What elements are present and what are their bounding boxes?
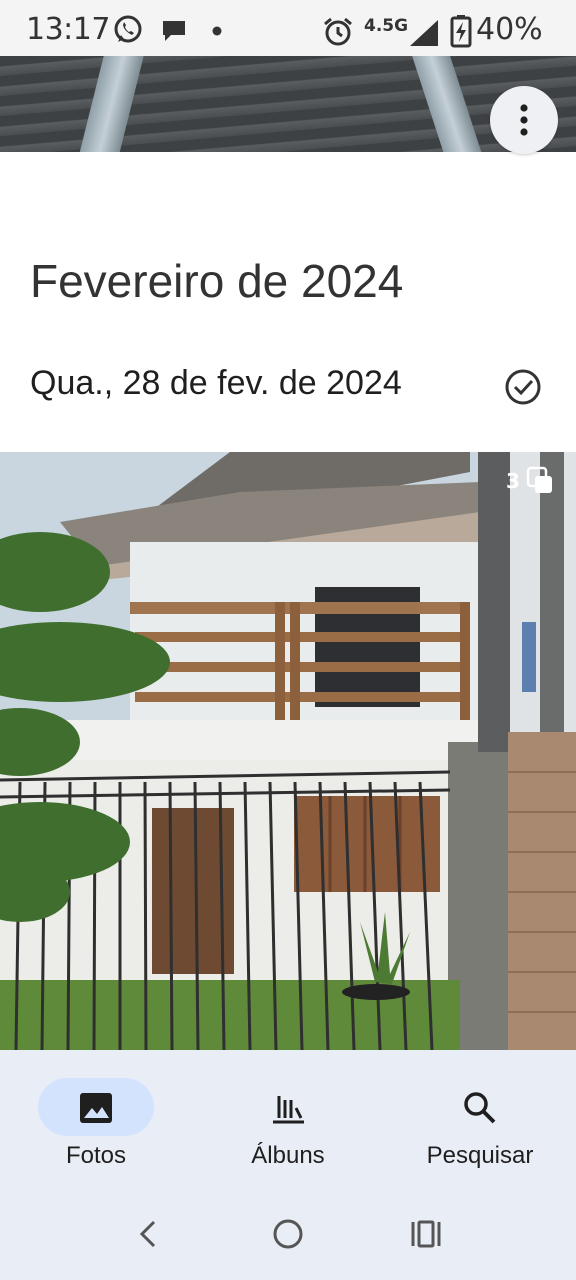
signal-icon xyxy=(410,20,438,46)
home-icon[interactable] xyxy=(272,1218,304,1250)
library-icon xyxy=(273,1096,304,1124)
photo-thumbnail[interactable] xyxy=(0,452,576,1050)
nav-label: Fotos xyxy=(65,1142,127,1169)
back-icon[interactable] xyxy=(134,1218,166,1250)
photo-detail xyxy=(73,56,147,152)
recents-icon[interactable] xyxy=(410,1218,442,1250)
photo-icon xyxy=(80,1093,112,1123)
nav-tab-fotos[interactable]: Fotos xyxy=(16,1064,176,1174)
previous-photo-thumbnail[interactable] xyxy=(0,56,576,152)
month-heading: Fevereiro de 2024 xyxy=(30,255,404,307)
status-bar: 13:17 4.5G 40% xyxy=(0,0,576,56)
stack-count: 3 xyxy=(506,469,520,493)
status-time: 13:17 xyxy=(26,12,110,47)
alarm-icon xyxy=(324,17,352,46)
house-photo-image xyxy=(0,452,576,1050)
nav-tab-albuns[interactable]: Álbuns xyxy=(208,1064,368,1174)
burst-stack-badge: 3 xyxy=(506,466,554,496)
photo-detail xyxy=(408,56,490,152)
check-circle-icon[interactable] xyxy=(504,368,542,406)
nav-tab-pesquisar[interactable]: Pesquisar xyxy=(400,1064,560,1174)
battery-percent: 40% xyxy=(476,12,543,47)
whatsapp-icon xyxy=(114,15,142,43)
battery-charging-icon xyxy=(450,15,472,48)
network-type: 4.5G xyxy=(364,16,409,36)
bottom-navigation: Fotos Álbuns Pesquisar xyxy=(0,1050,576,1184)
more-vert-icon xyxy=(520,104,528,136)
search-icon xyxy=(464,1092,496,1124)
chat-bubble-icon xyxy=(163,21,185,41)
burst-stack-icon xyxy=(526,466,552,493)
more-options-button[interactable] xyxy=(490,86,558,154)
nav-label: Pesquisar xyxy=(426,1142,534,1169)
system-navigation-bar xyxy=(0,1184,576,1280)
day-heading: Qua., 28 de fev. de 2024 xyxy=(30,364,402,402)
nav-label: Álbuns xyxy=(251,1142,325,1169)
dot-icon xyxy=(212,26,222,36)
